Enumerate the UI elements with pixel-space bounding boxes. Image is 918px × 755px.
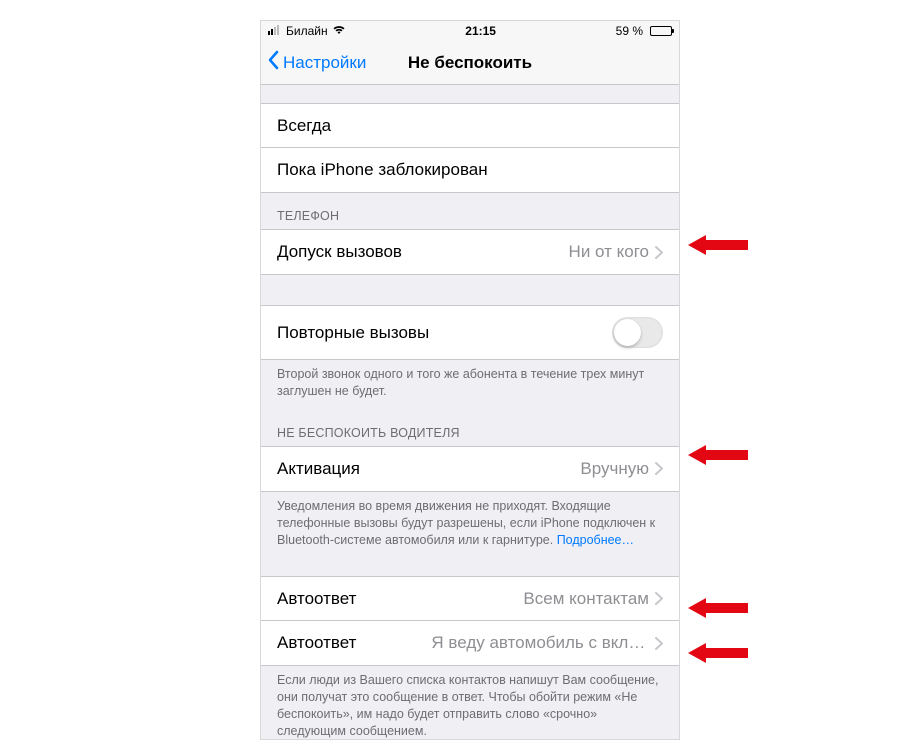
chevron-left-icon	[267, 50, 279, 75]
back-label: Настройки	[283, 53, 366, 73]
silence-while-locked-label: Пока iPhone заблокирован	[277, 160, 488, 180]
autoreply-msg-label: Автоответ	[277, 633, 356, 653]
activation-row[interactable]: Активация Вручную	[261, 447, 679, 491]
allow-calls-value: Ни от кого	[569, 242, 649, 262]
chevron-right-icon	[655, 592, 663, 605]
chevron-right-icon	[655, 637, 663, 650]
battery-pct: 59 %	[616, 24, 643, 38]
silence-group: Всегда Пока iPhone заблокирован	[261, 103, 679, 193]
repeat-calls-label: Повторные вызовы	[277, 323, 429, 343]
autoreply-msg-value: Я веду автомобиль с включенн…	[431, 633, 649, 653]
status-time: 21:15	[465, 24, 496, 38]
carrier-label: Билайн	[286, 24, 328, 38]
driving-section-header: НЕ БЕСПОКОИТЬ ВОДИТЕЛЯ	[261, 410, 679, 446]
status-right: 59 %	[616, 24, 672, 38]
silence-always-row[interactable]: Всегда	[261, 104, 679, 148]
repeat-calls-group: Повторные вызовы	[261, 305, 679, 360]
activation-footer-link[interactable]: Подробнее…	[557, 533, 634, 547]
autoreply-to-label: Автоответ	[277, 589, 356, 609]
activation-footer: Уведомления во время движения не приходя…	[261, 492, 679, 559]
phone-group: Допуск вызовов Ни от кого	[261, 229, 679, 275]
chevron-right-icon	[655, 246, 663, 259]
annotation-arrow	[688, 640, 748, 666]
activation-label: Активация	[277, 459, 360, 479]
status-bar: Билайн 21:15 59 %	[261, 21, 679, 41]
content-scroll[interactable]: Всегда Пока iPhone заблокирован ТЕЛЕФОН …	[261, 85, 679, 739]
silence-while-locked-row[interactable]: Пока iPhone заблокирован	[261, 148, 679, 192]
annotation-arrow	[688, 442, 748, 468]
back-button[interactable]: Настройки	[261, 50, 366, 75]
toggle-knob	[614, 319, 641, 346]
allow-calls-label: Допуск вызовов	[277, 242, 402, 262]
silence-always-label: Всегда	[277, 116, 331, 136]
autoreply-to-value: Всем контактам	[523, 589, 649, 609]
wifi-icon	[332, 24, 346, 38]
phone-frame: Билайн 21:15 59 % Настройки Не беспокоит…	[260, 20, 680, 740]
activation-group: Активация Вручную	[261, 446, 679, 492]
phone-section-header: ТЕЛЕФОН	[261, 193, 679, 229]
repeat-calls-toggle[interactable]	[612, 317, 663, 348]
allow-calls-row[interactable]: Допуск вызовов Ни от кого	[261, 230, 679, 274]
chevron-right-icon	[655, 462, 663, 475]
annotation-arrow	[688, 232, 748, 258]
autoreply-to-row[interactable]: Автоответ Всем контактам	[261, 577, 679, 621]
autoreply-footer: Если люди из Вашего списка контактов нап…	[261, 666, 679, 739]
status-left: Билайн	[268, 24, 346, 38]
signal-icon	[268, 24, 282, 38]
autoreply-msg-row[interactable]: Автоответ Я веду автомобиль с включенн…	[261, 621, 679, 665]
annotation-arrow	[688, 595, 748, 621]
repeat-calls-footer: Второй звонок одного и того же абонента …	[261, 360, 679, 410]
navigation-bar: Настройки Не беспокоить	[261, 41, 679, 85]
repeat-calls-row: Повторные вызовы	[261, 306, 679, 359]
activation-value: Вручную	[580, 459, 649, 479]
battery-icon	[650, 26, 672, 36]
autoreply-group: Автоответ Всем контактам Автоответ Я вед…	[261, 576, 679, 666]
